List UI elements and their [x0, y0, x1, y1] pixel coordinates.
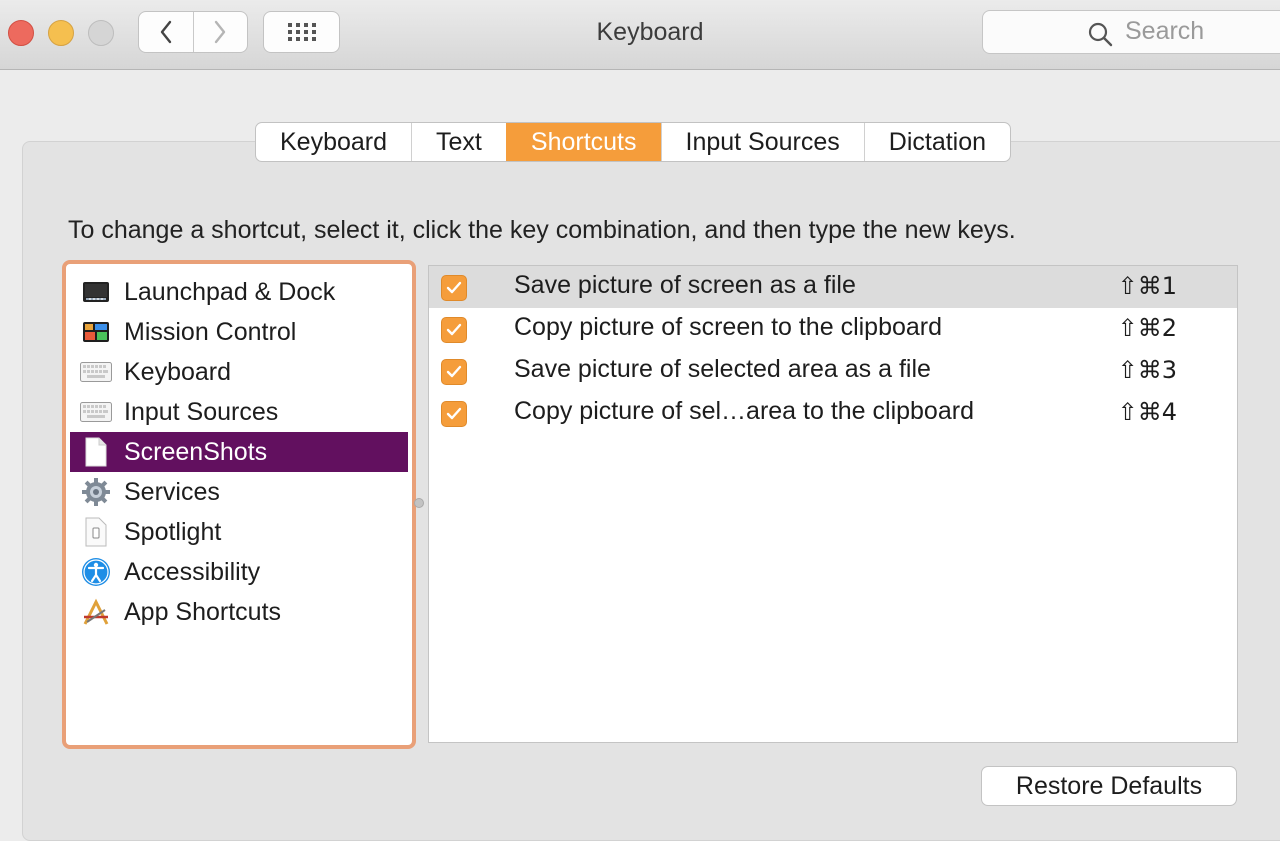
document-icon: [80, 436, 112, 468]
category-label: Accessibility: [124, 557, 261, 586]
category-keyboard[interactable]: Keyboard: [70, 352, 408, 392]
instruction-text: To change a shortcut, select it, click t…: [68, 216, 1016, 244]
shortcut-label: Save picture of screen as a file: [514, 271, 856, 299]
category-app-shortcuts[interactable]: App Shortcuts: [70, 592, 408, 632]
shortcut-checkbox[interactable]: [441, 401, 467, 427]
shortcut-row[interactable]: Save picture of screen as a file ⇧⌘1: [429, 266, 1237, 308]
back-button[interactable]: [139, 12, 193, 52]
input-sources-icon: [80, 396, 112, 428]
grid-icon: [287, 23, 316, 41]
tab-keyboard[interactable]: Keyboard: [256, 123, 411, 161]
accessibility-icon: [80, 556, 112, 588]
category-mission-control[interactable]: Mission Control: [70, 312, 408, 352]
shortcut-keys[interactable]: ⇧⌘2: [1118, 314, 1177, 342]
launchpad-dock-icon: [80, 276, 112, 308]
category-input-sources[interactable]: Input Sources: [70, 392, 408, 432]
category-list: Launchpad & Dock Mission Control Keyboar…: [62, 260, 416, 749]
search-icon: [1088, 22, 1113, 47]
gear-icon: [80, 476, 112, 508]
tab-bar: Keyboard Text Shortcuts Input Sources Di…: [255, 122, 1012, 162]
category-label: Services: [124, 477, 220, 506]
chevron-right-icon: [215, 20, 226, 44]
shortcut-table: Save picture of screen as a file ⇧⌘1 Cop…: [428, 265, 1238, 743]
shortcut-checkbox[interactable]: [441, 317, 467, 343]
category-label: Keyboard: [124, 357, 232, 386]
title-bar: Keyboard Search: [0, 0, 1280, 70]
category-label: Input Sources: [124, 397, 279, 426]
navigation-buttons: [138, 11, 248, 53]
mission-control-icon: [80, 316, 112, 348]
chevron-left-icon: [160, 20, 171, 44]
close-window-button[interactable]: [8, 20, 34, 46]
search-field[interactable]: Search: [982, 10, 1280, 54]
shortcut-keys[interactable]: ⇧⌘1: [1118, 272, 1177, 300]
shortcut-keys[interactable]: ⇧⌘4: [1118, 398, 1177, 426]
shortcut-checkbox[interactable]: [441, 275, 467, 301]
shortcut-row[interactable]: Copy picture of screen to the clipboard …: [429, 308, 1237, 350]
category-label: ScreenShots: [124, 437, 268, 466]
app-shortcuts-icon: [80, 596, 112, 628]
shortcut-keys[interactable]: ⇧⌘3: [1118, 356, 1177, 384]
shortcut-checkbox[interactable]: [441, 359, 467, 385]
keyboard-icon: [80, 356, 112, 388]
spotlight-icon: [80, 516, 112, 548]
category-accessibility[interactable]: Accessibility: [70, 552, 408, 592]
shortcut-label: Copy picture of screen to the clipboard: [514, 313, 943, 341]
shortcut-row[interactable]: Save picture of selected area as a file …: [429, 350, 1237, 392]
category-label: Launchpad & Dock: [124, 277, 336, 306]
checkmark-icon: [446, 365, 462, 378]
category-launchpad-dock[interactable]: Launchpad & Dock: [70, 272, 408, 312]
minimize-window-button[interactable]: [48, 20, 74, 46]
checkmark-icon: [446, 323, 462, 336]
shortcut-label: Save picture of selected area as a file: [514, 355, 931, 383]
shortcut-label: Copy picture of sel…area to the clipboar…: [514, 397, 974, 425]
category-label: App Shortcuts: [124, 597, 282, 626]
tab-shortcuts[interactable]: Shortcuts: [505, 123, 661, 161]
search-placeholder: Search: [1125, 17, 1205, 45]
restore-defaults-button[interactable]: Restore Defaults: [981, 766, 1237, 806]
tab-dictation[interactable]: Dictation: [863, 123, 1010, 161]
zoom-window-button[interactable]: [88, 20, 114, 46]
checkmark-icon: [446, 407, 462, 420]
tab-input-sources[interactable]: Input Sources: [660, 123, 864, 161]
category-label: Spotlight: [124, 517, 222, 546]
forward-button[interactable]: [192, 12, 248, 52]
category-label: Mission Control: [124, 317, 297, 346]
shortcut-row[interactable]: Copy picture of sel…area to the clipboar…: [429, 392, 1237, 434]
category-spotlight[interactable]: Spotlight: [70, 512, 408, 552]
category-services[interactable]: Services: [70, 472, 408, 512]
checkmark-icon: [446, 281, 462, 294]
split-view-handle[interactable]: [414, 498, 424, 508]
show-all-button[interactable]: [263, 11, 340, 53]
category-screenshots[interactable]: ScreenShots: [70, 432, 408, 472]
tab-text[interactable]: Text: [411, 123, 506, 161]
window-title: Keyboard: [596, 18, 704, 46]
